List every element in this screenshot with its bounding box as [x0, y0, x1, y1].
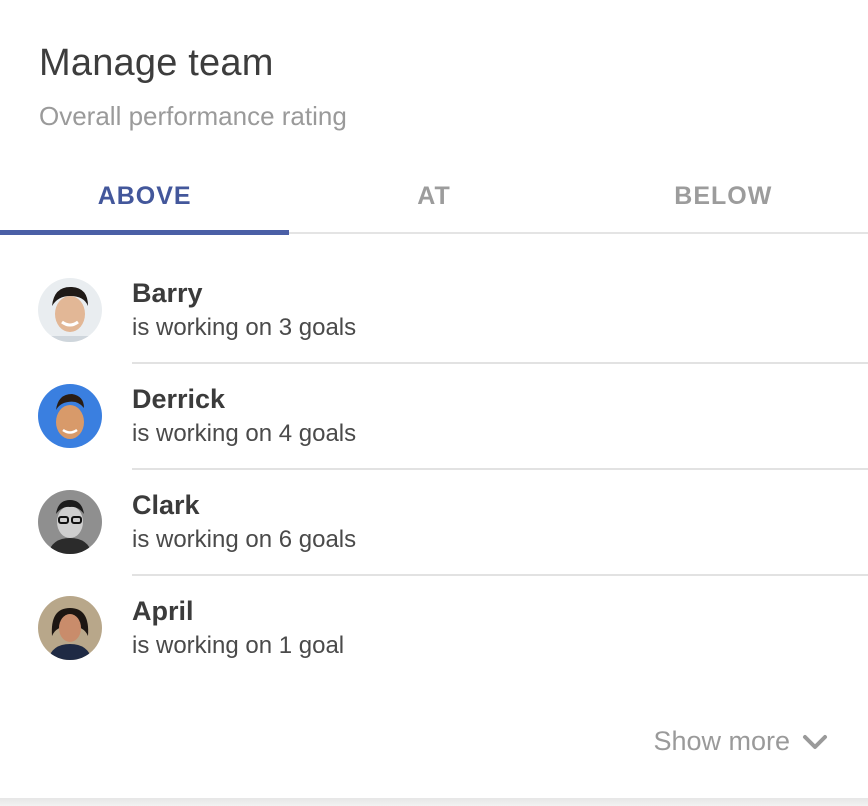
tab-at[interactable]: AT [289, 160, 578, 232]
page-subtitle: Overall performance rating [39, 101, 347, 131]
member-name: Clark [132, 490, 200, 520]
avatar [38, 278, 102, 342]
team-member-row[interactable]: Clark is working on 6 goals [0, 470, 868, 576]
member-goals: is working on 3 goals [132, 314, 357, 341]
avatar [38, 384, 102, 448]
chevron-down-icon [803, 734, 827, 749]
avatar [38, 596, 102, 660]
show-more-label: Show more [653, 726, 790, 756]
rating-tabs: ABOVE AT BELOW [0, 160, 868, 235]
card-bottom-edge [0, 798, 868, 806]
member-goals: is working on 4 goals [132, 420, 357, 447]
tab-above[interactable]: ABOVE [0, 160, 290, 235]
show-more-button[interactable]: Show more [653, 726, 828, 757]
team-member-row[interactable]: Barry is working on 3 goals [0, 258, 868, 364]
tab-below[interactable]: BELOW [579, 160, 868, 232]
team-list: Barry is working on 3 goals Derrick is w… [0, 258, 868, 682]
member-goals: is working on 1 goal [132, 632, 345, 659]
member-name: Derrick [132, 384, 226, 414]
member-name: April [132, 596, 194, 626]
page-title: Manage team [39, 42, 274, 84]
avatar [38, 490, 102, 554]
member-goals: is working on 6 goals [132, 526, 357, 553]
team-member-row[interactable]: April is working on 1 goal [0, 576, 868, 682]
member-name: Barry [132, 278, 203, 308]
manage-team-card: Manage team Overall performance rating A… [0, 0, 868, 798]
team-member-row[interactable]: Derrick is working on 4 goals [0, 364, 868, 470]
